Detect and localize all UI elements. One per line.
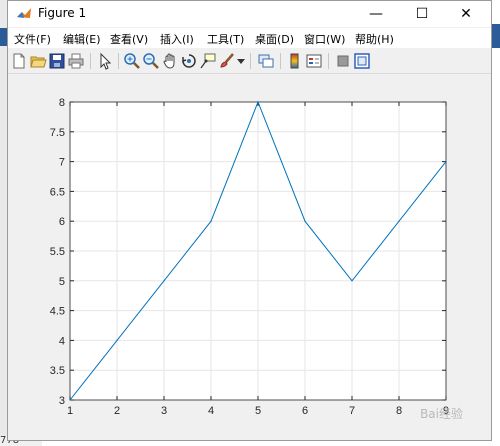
legend-icon[interactable] [305, 52, 323, 70]
brush-icon[interactable] [218, 52, 236, 70]
edit-plot-icon[interactable] [96, 52, 114, 70]
menu-tools[interactable]: 工具(T) [207, 31, 244, 47]
show-plot-tools-icon[interactable] [353, 52, 371, 70]
data-point [116, 339, 118, 341]
toolbar-separator [280, 53, 281, 69]
menu-help[interactable]: 帮助(H) [355, 31, 394, 47]
x-tick-label: 2 [114, 405, 120, 417]
menu-bar: 文件(F) 编辑(E) 查看(V) 插入(I) 工具(T) 桌面(D) 窗口(W… [8, 28, 491, 48]
zoom-in-icon[interactable] [123, 52, 141, 70]
line-chart[interactable]: 1 2 3 4 5 6 7 8 933.544.555.566.577.58 [8, 74, 491, 440]
open-file-icon[interactable] [29, 52, 47, 70]
data-point [257, 101, 259, 103]
x-tick-label: 1 [67, 405, 73, 417]
toolbar-separator [118, 53, 119, 69]
x-tick-label: 5 [255, 405, 261, 417]
colorbar-icon[interactable] [286, 52, 304, 70]
save-icon[interactable] [48, 52, 66, 70]
figure-window: Figure 1 — ☐ ✕ 文件(F) 编辑(E) 查看(V) 插入(I) 工… [7, 0, 492, 441]
y-tick-label: 3 [59, 395, 65, 407]
y-tick-label: 8 [59, 97, 65, 109]
close-button[interactable]: ✕ [447, 1, 485, 27]
print-icon[interactable] [67, 52, 85, 70]
data-point [351, 280, 353, 282]
maximize-button[interactable]: ☐ [403, 1, 441, 27]
watermark: Bai经验 [420, 407, 463, 421]
menu-insert[interactable]: 插入(I) [160, 31, 194, 47]
matlab-logo-icon [16, 6, 32, 22]
link-plot-icon[interactable] [257, 52, 275, 70]
y-tick-label: 3.5 [50, 365, 65, 377]
menu-view[interactable]: 查看(V) [110, 31, 148, 47]
new-figure-icon[interactable] [10, 52, 28, 70]
x-tick-label: 3 [161, 405, 167, 417]
figure-toolbar [8, 49, 491, 74]
title-bar[interactable]: Figure 1 — ☐ ✕ [8, 1, 491, 27]
y-tick-label: 7.5 [50, 127, 65, 139]
menu-desktop[interactable]: 桌面(D) [255, 31, 294, 47]
toolbar-separator [250, 53, 251, 69]
brush-dropdown-icon[interactable] [237, 59, 245, 65]
toolbar-separator [328, 53, 329, 69]
x-tick-label: 6 [302, 405, 308, 417]
data-point [163, 280, 165, 282]
figure-canvas[interactable]: 1 2 3 4 5 6 7 8 9 3 3.5 4 4.5 5 5.5 6 6.5 7 7.5 8 Bai经验 [8, 74, 491, 440]
menu-file[interactable]: 文件(F) [14, 31, 51, 47]
x-tick-label: 4 [208, 405, 214, 417]
minimize-button[interactable]: — [357, 1, 395, 27]
window-title: Figure 1 [38, 6, 87, 20]
y-tick-label: 6.5 [50, 186, 65, 198]
x-tick-label: 8 [396, 405, 402, 417]
menu-window[interactable]: 窗口(W) [304, 31, 345, 47]
rotate-3d-icon[interactable] [180, 52, 198, 70]
y-tick-label: 4.5 [50, 306, 65, 318]
y-tick-label: 5.5 [50, 246, 65, 258]
y-tick-label: 5 [59, 276, 65, 288]
data-point [210, 220, 212, 222]
hide-plot-tools-icon[interactable] [334, 52, 352, 70]
menu-edit[interactable]: 编辑(E) [63, 31, 101, 47]
x-tick-label: 7 [349, 405, 355, 417]
pan-icon[interactable] [161, 52, 179, 70]
y-tick-label: 6 [59, 216, 65, 228]
data-cursor-icon[interactable] [199, 52, 217, 70]
zoom-out-icon[interactable] [142, 52, 160, 70]
y-tick-label: 7 [59, 157, 65, 169]
data-point [69, 399, 71, 401]
data-point [445, 161, 447, 163]
y-tick-label: 4 [59, 335, 65, 347]
toolbar-separator [90, 53, 91, 69]
data-point [304, 220, 306, 222]
data-point [398, 220, 400, 222]
